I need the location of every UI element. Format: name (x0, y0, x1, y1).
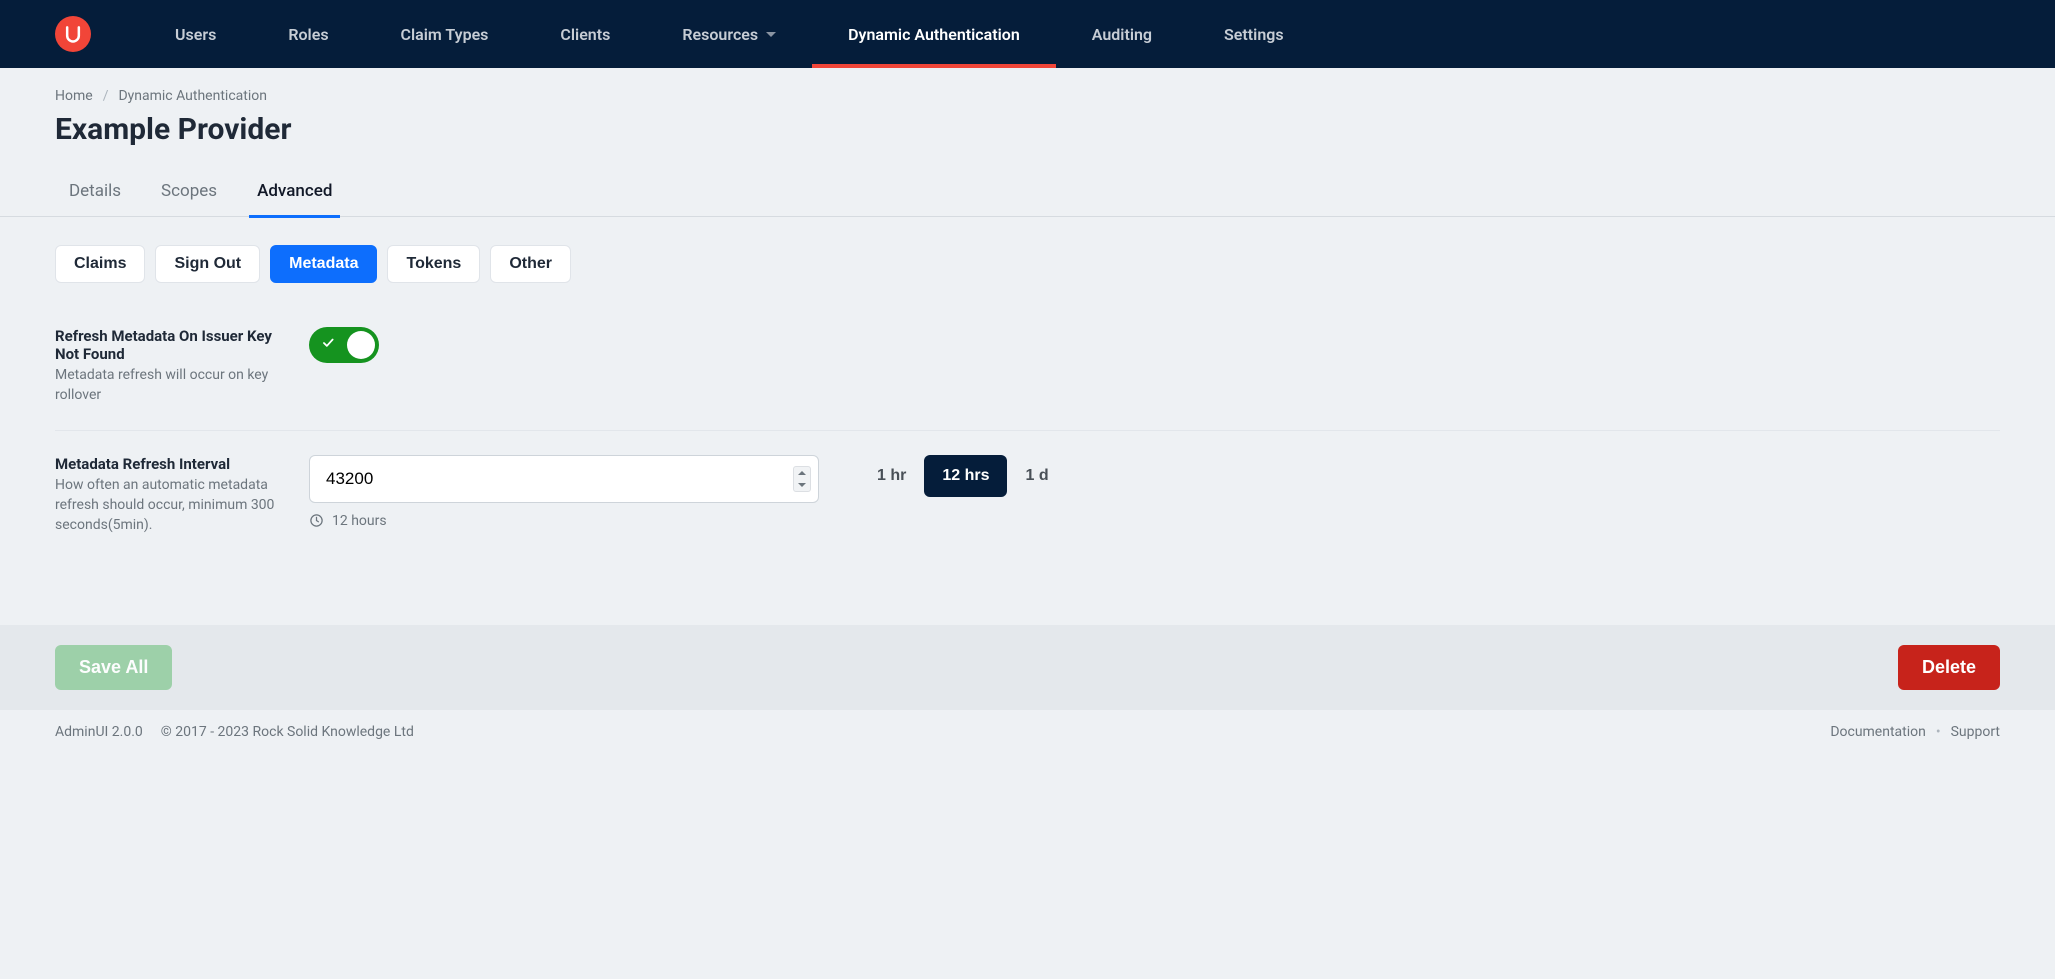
delete-button[interactable]: Delete (1898, 645, 2000, 690)
pill-metadata[interactable]: Metadata (270, 245, 377, 283)
preset-1d[interactable]: 1 d (1007, 455, 1066, 497)
pill-other[interactable]: Other (490, 245, 571, 283)
spinner-down[interactable] (794, 479, 810, 491)
nav-dynamic-authentication[interactable]: Dynamic Authentication (812, 0, 1056, 68)
setting-value: 12 hours 1 hr 12 hrs 1 d (309, 455, 2000, 536)
nav-settings[interactable]: Settings (1188, 0, 1320, 68)
nav-users[interactable]: Users (139, 0, 252, 68)
pill-tabs: Claims Sign Out Metadata Tokens Other (55, 245, 2000, 283)
toggle-refresh-on-key[interactable] (309, 327, 379, 363)
setting-title: Metadata Refresh Interval (55, 455, 289, 473)
page-title: Example Provider (55, 112, 2000, 147)
nav-label: Dynamic Authentication (848, 25, 1020, 44)
page-header: Home / Dynamic Authentication Example Pr… (0, 68, 2055, 217)
nav-roles[interactable]: Roles (252, 0, 364, 68)
nav-label: Resources (682, 25, 758, 44)
pill-tokens[interactable]: Tokens (387, 245, 480, 283)
arrow-down-icon (798, 483, 806, 487)
setting-desc: How often an automatic metadata refresh … (55, 475, 289, 536)
preset-1hr[interactable]: 1 hr (859, 455, 924, 497)
nav-label: Settings (1224, 25, 1284, 44)
navbar: Users Roles Claim Types Clients Resource… (0, 0, 2055, 68)
logo[interactable] (55, 16, 91, 52)
footer-left: AdminUI 2.0.0 © 2017 - 2023 Rock Solid K… (55, 724, 414, 740)
nav-resources[interactable]: Resources (646, 0, 812, 68)
setting-interval: Metadata Refresh Interval How often an a… (55, 431, 2000, 560)
preset-12hrs[interactable]: 12 hrs (924, 455, 1007, 497)
footer-right: Documentation • Support (1830, 724, 2000, 740)
nav-label: Claim Types (401, 25, 489, 44)
action-bar: Save All Delete (0, 625, 2055, 710)
number-spinner (793, 466, 811, 492)
breadcrumb-current: Dynamic Authentication (118, 88, 267, 104)
setting-title: Refresh Metadata On Issuer Key Not Found (55, 327, 289, 363)
logo-icon (63, 24, 83, 44)
clock-icon (309, 513, 324, 528)
tab-details[interactable]: Details (67, 171, 123, 217)
pill-sign-out[interactable]: Sign Out (155, 245, 260, 283)
interval-input[interactable] (309, 455, 819, 503)
tab-scopes[interactable]: Scopes (159, 171, 219, 217)
nav-clients[interactable]: Clients (524, 0, 646, 68)
pill-claims[interactable]: Claims (55, 245, 145, 283)
breadcrumb-home[interactable]: Home (55, 88, 93, 104)
setting-value (309, 327, 2000, 406)
footer: AdminUI 2.0.0 © 2017 - 2023 Rock Solid K… (0, 710, 2055, 754)
content: Claims Sign Out Metadata Tokens Other Re… (0, 217, 2055, 585)
footer-app: AdminUI 2.0.0 (55, 724, 143, 740)
nav-label: Users (175, 25, 216, 44)
nav-label: Clients (560, 25, 610, 44)
nav-auditing[interactable]: Auditing (1056, 0, 1188, 68)
nav-label: Auditing (1092, 25, 1152, 44)
helper-text: 12 hours (332, 513, 387, 529)
dot-separator: • (1936, 724, 1941, 740)
footer-support-link[interactable]: Support (1951, 724, 2000, 740)
spinner-up[interactable] (794, 467, 810, 479)
tab-advanced[interactable]: Advanced (255, 171, 334, 217)
interval-presets: 1 hr 12 hrs 1 d (859, 455, 1067, 497)
footer-documentation-link[interactable]: Documentation (1830, 724, 1926, 740)
breadcrumb: Home / Dynamic Authentication (55, 88, 2000, 104)
setting-label: Refresh Metadata On Issuer Key Not Found… (55, 327, 289, 406)
nav-claim-types[interactable]: Claim Types (365, 0, 525, 68)
interval-helper: 12 hours (309, 513, 819, 529)
toggle-knob (347, 331, 375, 359)
setting-desc: Metadata refresh will occur on key rollo… (55, 365, 289, 406)
tabs: Details Scopes Advanced (55, 171, 2000, 217)
arrow-up-icon (798, 471, 806, 475)
tab-label: Scopes (161, 181, 217, 201)
nav-label: Roles (288, 25, 328, 44)
footer-copyright: © 2017 - 2023 Rock Solid Knowledge Ltd (161, 724, 414, 740)
input-wrap (309, 455, 819, 503)
breadcrumb-separator: / (103, 88, 109, 104)
chevron-down-icon (766, 32, 776, 37)
setting-label: Metadata Refresh Interval How often an a… (55, 455, 289, 536)
tab-label: Details (69, 181, 121, 201)
setting-refresh-on-key: Refresh Metadata On Issuer Key Not Found… (55, 303, 2000, 430)
check-icon (321, 336, 335, 354)
interval-input-block: 12 hours (309, 455, 819, 529)
navbar-items: Users Roles Claim Types Clients Resource… (139, 0, 1320, 68)
tab-label: Advanced (257, 181, 332, 201)
save-button[interactable]: Save All (55, 645, 172, 690)
